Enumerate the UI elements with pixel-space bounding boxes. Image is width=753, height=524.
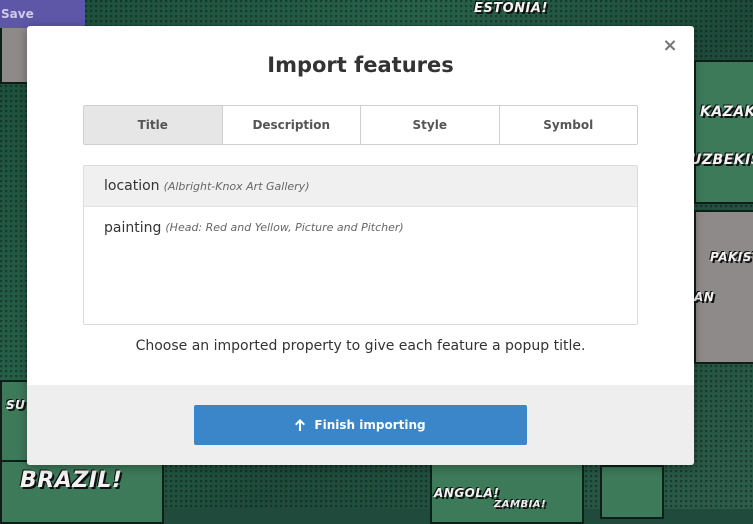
tab-title[interactable]: Title — [84, 106, 223, 144]
finish-importing-label: Finish importing — [314, 418, 426, 432]
map-label: PAKIST — [710, 250, 753, 264]
map-label: BRAZIL! — [20, 468, 123, 493]
property-example: (Albright-Knox Art Gallery) — [163, 179, 310, 193]
map-label: AN — [694, 290, 715, 304]
map-label: ANGOLA! — [434, 486, 500, 500]
modal-footer: Finish importing — [27, 385, 694, 465]
map-label: SU — [6, 398, 26, 412]
property-item-painting[interactable]: painting (Head: Red and Yellow, Picture … — [84, 207, 637, 248]
map-landmass — [694, 60, 753, 204]
map-label: ZAMBIA! — [494, 499, 547, 510]
map-label: KAZAKHS — [700, 104, 753, 120]
tab-style[interactable]: Style — [361, 106, 500, 144]
import-tabs: Title Description Style Symbol — [83, 105, 638, 145]
property-item-location[interactable]: location (Albright-Knox Art Gallery) — [84, 166, 637, 207]
map-label: ESTONIA! — [474, 1, 548, 16]
property-example: (Head: Red and Yellow, Picture and Pitch… — [165, 221, 404, 234]
save-button[interactable]: Save — [0, 0, 85, 28]
map-landmass — [600, 465, 664, 519]
property-list: location (Albright-Knox Art Gallery) pai… — [83, 165, 638, 325]
property-key: location — [104, 178, 160, 194]
map-landmass — [694, 210, 753, 364]
property-key: painting — [104, 219, 162, 236]
arrow-up-icon — [295, 419, 306, 431]
modal-title: Import features — [267, 53, 454, 77]
import-features-modal: × Import features Title Description Styl… — [27, 26, 694, 465]
tab-symbol[interactable]: Symbol — [499, 106, 637, 144]
hint-text: Choose an imported property to give each… — [135, 338, 586, 354]
tab-description[interactable]: Description — [222, 106, 361, 144]
map-label: UZBEKIST — [690, 152, 753, 168]
finish-importing-button[interactable]: Finish importing — [194, 405, 527, 445]
save-label: Save — [1, 7, 34, 21]
